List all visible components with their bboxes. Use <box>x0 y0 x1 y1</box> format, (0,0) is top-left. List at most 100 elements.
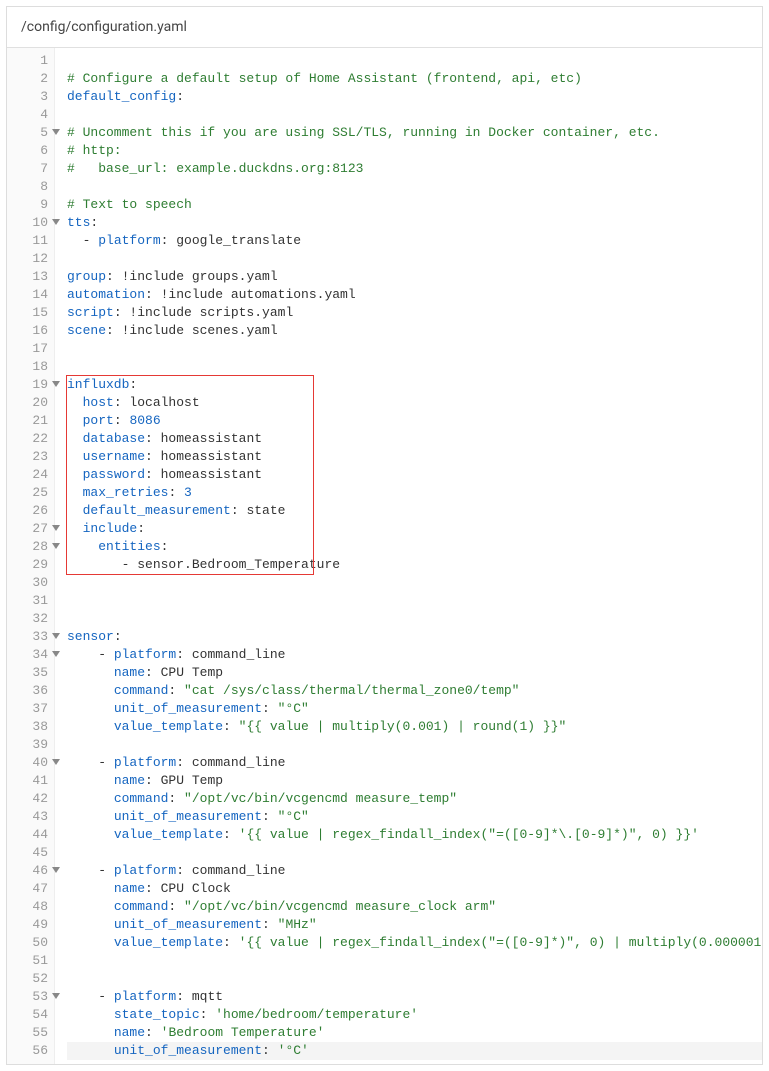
line-number: 45 <box>7 844 48 862</box>
line-number: 19 <box>7 376 48 394</box>
line-number: 21 <box>7 412 48 430</box>
code-line[interactable]: scene: !include scenes.yaml <box>67 322 762 340</box>
code-line[interactable]: - platform: mqtt <box>67 988 762 1006</box>
line-number: 2 <box>7 70 48 88</box>
code-line[interactable]: password: homeassistant <box>67 466 762 484</box>
line-number: 23 <box>7 448 48 466</box>
line-number: 39 <box>7 736 48 754</box>
code-line[interactable]: # Configure a default setup of Home Assi… <box>67 70 762 88</box>
code-line[interactable]: - sensor.Bedroom_Temperature <box>67 556 762 574</box>
line-number: 41 <box>7 772 48 790</box>
code-line[interactable]: unit_of_measurement: "MHz" <box>67 916 762 934</box>
line-number: 50 <box>7 934 48 952</box>
code-line[interactable]: # Text to speech <box>67 196 762 214</box>
code-line[interactable] <box>67 952 762 970</box>
line-number: 27 <box>7 520 48 538</box>
code-line[interactable]: unit_of_measurement: "°C" <box>67 808 762 826</box>
line-number: 3 <box>7 88 48 106</box>
code-line[interactable]: name: GPU Temp <box>67 772 762 790</box>
line-number: 8 <box>7 178 48 196</box>
line-number: 55 <box>7 1024 48 1042</box>
code-line[interactable] <box>67 736 762 754</box>
code-line[interactable]: command: "/opt/vc/bin/vcgencmd measure_c… <box>67 898 762 916</box>
code-line[interactable]: include: <box>67 520 762 538</box>
code-line[interactable]: value_template: "{{ value | multiply(0.0… <box>67 718 762 736</box>
code-line[interactable] <box>67 52 762 70</box>
code-editor[interactable]: 1234567891011121314151617181920212223242… <box>7 48 762 1064</box>
line-number: 25 <box>7 484 48 502</box>
code-line[interactable]: name: CPU Temp <box>67 664 762 682</box>
code-line[interactable]: - platform: command_line <box>67 862 762 880</box>
code-line[interactable]: port: 8086 <box>67 412 762 430</box>
line-number: 29 <box>7 556 48 574</box>
code-line[interactable]: max_retries: 3 <box>67 484 762 502</box>
line-number: 33 <box>7 628 48 646</box>
code-line[interactable]: # Uncomment this if you are using SSL/TL… <box>67 124 762 142</box>
code-line[interactable] <box>67 358 762 376</box>
code-line[interactable]: unit_of_measurement: "°C" <box>67 700 762 718</box>
line-number: 24 <box>7 466 48 484</box>
line-number: 16 <box>7 322 48 340</box>
code-line[interactable]: username: homeassistant <box>67 448 762 466</box>
line-number: 20 <box>7 394 48 412</box>
line-number: 31 <box>7 592 48 610</box>
line-number: 9 <box>7 196 48 214</box>
line-number: 14 <box>7 286 48 304</box>
line-number: 34 <box>7 646 48 664</box>
code-line[interactable]: entities: <box>67 538 762 556</box>
code-line[interactable] <box>67 250 762 268</box>
code-line[interactable]: - platform: command_line <box>67 646 762 664</box>
code-line[interactable]: value_template: '{{ value | regex_findal… <box>67 826 762 844</box>
code-line[interactable] <box>67 178 762 196</box>
code-area[interactable]: # Configure a default setup of Home Assi… <box>55 48 762 1064</box>
line-number: 53 <box>7 988 48 1006</box>
code-line[interactable]: # base_url: example.duckdns.org:8123 <box>67 160 762 178</box>
code-line[interactable]: automation: !include automations.yaml <box>67 286 762 304</box>
code-line[interactable]: default_config: <box>67 88 762 106</box>
code-line[interactable] <box>67 340 762 358</box>
line-number: 15 <box>7 304 48 322</box>
code-line[interactable]: command: "cat /sys/class/thermal/thermal… <box>67 682 762 700</box>
code-line[interactable] <box>67 844 762 862</box>
code-line[interactable] <box>67 610 762 628</box>
code-line[interactable]: name: 'Bedroom Temperature' <box>67 1024 762 1042</box>
line-number: 42 <box>7 790 48 808</box>
line-number: 52 <box>7 970 48 988</box>
code-line[interactable]: script: !include scripts.yaml <box>67 304 762 322</box>
code-line[interactable]: command: "/opt/vc/bin/vcgencmd measure_t… <box>67 790 762 808</box>
line-number: 46 <box>7 862 48 880</box>
code-line[interactable]: unit_of_measurement: '°C' <box>67 1042 762 1060</box>
code-line[interactable] <box>67 574 762 592</box>
code-line[interactable] <box>67 106 762 124</box>
code-line[interactable] <box>67 592 762 610</box>
line-number: 11 <box>7 232 48 250</box>
line-number: 18 <box>7 358 48 376</box>
code-line[interactable]: host: localhost <box>67 394 762 412</box>
line-number: 26 <box>7 502 48 520</box>
line-number: 4 <box>7 106 48 124</box>
code-line[interactable]: database: homeassistant <box>67 430 762 448</box>
code-line[interactable]: name: CPU Clock <box>67 880 762 898</box>
code-line[interactable] <box>67 970 762 988</box>
code-line[interactable]: - platform: google_translate <box>67 232 762 250</box>
code-line[interactable]: value_template: '{{ value | regex_findal… <box>67 934 762 952</box>
line-number: 6 <box>7 142 48 160</box>
line-number: 38 <box>7 718 48 736</box>
code-line[interactable]: influxdb: <box>67 376 762 394</box>
code-line[interactable]: group: !include groups.yaml <box>67 268 762 286</box>
line-number: 13 <box>7 268 48 286</box>
editor-container: /config/configuration.yaml 1234567891011… <box>6 6 763 1065</box>
line-number: 7 <box>7 160 48 178</box>
line-number: 30 <box>7 574 48 592</box>
line-number: 49 <box>7 916 48 934</box>
code-line[interactable]: default_measurement: state <box>67 502 762 520</box>
code-line[interactable]: - platform: command_line <box>67 754 762 772</box>
line-number: 43 <box>7 808 48 826</box>
code-line[interactable]: state_topic: 'home/bedroom/temperature' <box>67 1006 762 1024</box>
code-line[interactable]: sensor: <box>67 628 762 646</box>
line-number: 37 <box>7 700 48 718</box>
code-line[interactable]: tts: <box>67 214 762 232</box>
code-line[interactable]: # http: <box>67 142 762 160</box>
line-number: 1 <box>7 52 48 70</box>
line-number: 44 <box>7 826 48 844</box>
